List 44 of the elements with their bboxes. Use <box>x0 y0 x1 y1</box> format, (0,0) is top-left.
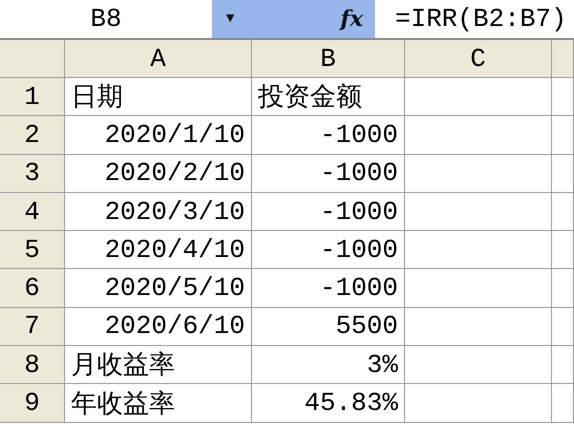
column-header[interactable]: B <box>252 40 405 78</box>
column-header[interactable]: A <box>65 40 252 78</box>
table-cell: -1000 <box>252 269 405 308</box>
table-cell <box>552 384 574 423</box>
table-cell: 2020/6/10 <box>65 308 252 346</box>
row-header[interactable]: 8 <box>0 346 65 384</box>
row-header[interactable]: 6 <box>0 269 65 308</box>
table-cell <box>552 116 574 155</box>
table-cell: -1000 <box>252 154 405 193</box>
column-header[interactable]: C <box>405 40 552 78</box>
table-cell: 45.83% <box>252 384 405 423</box>
table-cell <box>552 154 574 193</box>
table-cell: 日期 <box>65 78 252 116</box>
table-cell: 2020/3/10 <box>65 192 252 232</box>
table-cell: -1000 <box>252 231 405 270</box>
table-cell <box>552 269 574 308</box>
row-header[interactable]: 4 <box>0 192 65 232</box>
table-cell: 年收益率 <box>65 384 252 423</box>
table-cell <box>552 192 574 232</box>
row-header[interactable]: 1 <box>0 78 65 116</box>
row-header[interactable]: 9 <box>0 384 65 423</box>
row-header[interactable]: 7 <box>0 308 65 346</box>
table-cell: -1000 <box>252 116 405 155</box>
column-header[interactable] <box>552 40 574 78</box>
table-cell: 5500 <box>252 308 405 346</box>
table-cell <box>552 308 574 346</box>
table-cell: 投资金额 <box>252 78 405 116</box>
table-cell: 2020/2/10 <box>65 154 252 193</box>
table-cell: -1000 <box>252 192 405 232</box>
table-cell <box>552 231 574 270</box>
table-cell: 2020/1/10 <box>65 116 252 155</box>
table-cell: 2020/5/10 <box>65 269 252 308</box>
formula-field[interactable]: =IRR(B2:B7) <box>375 0 567 38</box>
table-cell: 月收益率 <box>65 346 252 384</box>
table-cell: 3% <box>252 346 405 384</box>
insert-function-button[interactable]: fx <box>340 6 363 32</box>
row-header[interactable]: 3 <box>0 154 65 193</box>
row-header[interactable]: 2 <box>0 116 65 155</box>
table-cell <box>552 78 574 116</box>
table-cell <box>552 346 574 384</box>
row-header[interactable]: 5 <box>0 231 65 270</box>
select-all-corner[interactable] <box>0 40 65 78</box>
dropdown-button[interactable]: ▼ <box>226 11 234 27</box>
table-cell: 2020/4/10 <box>65 231 252 270</box>
